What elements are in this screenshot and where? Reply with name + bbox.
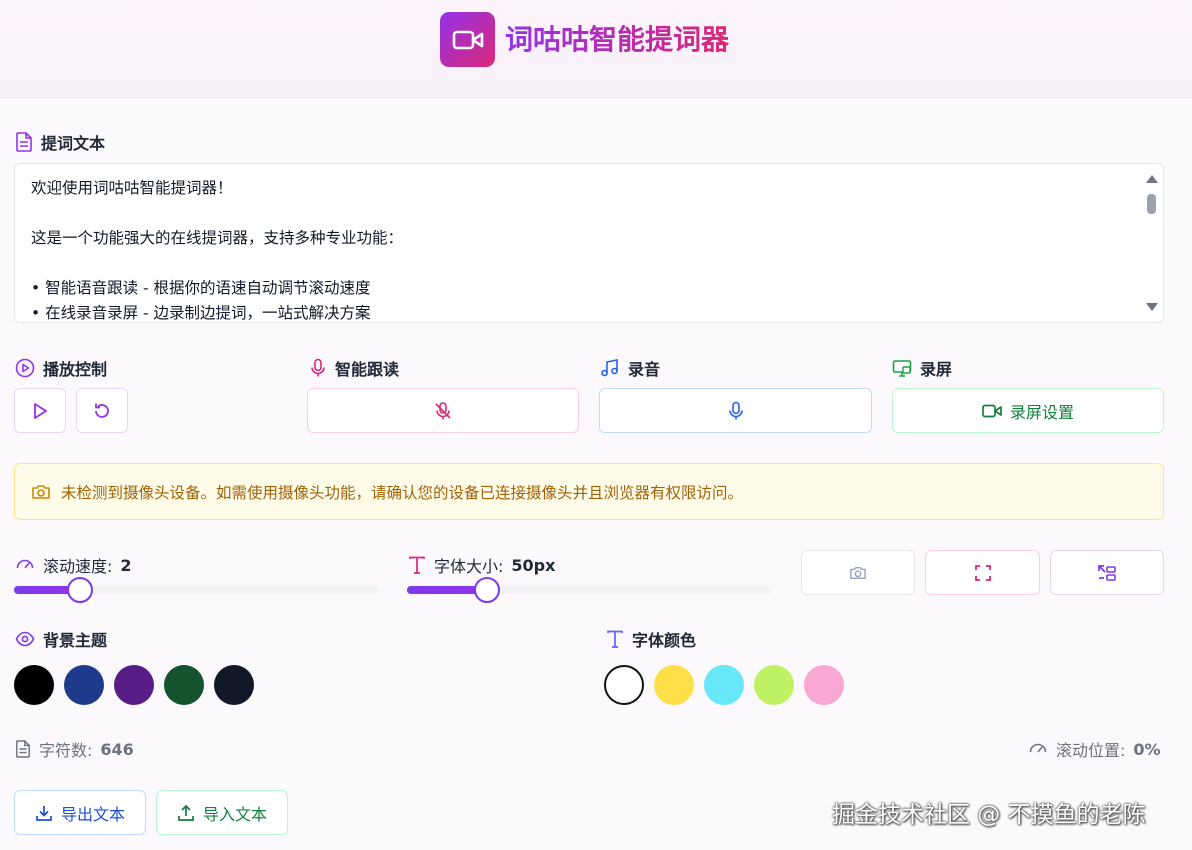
gauge-icon [1029,743,1047,753]
scroll-up-arrow[interactable] [1146,175,1158,183]
download-icon [36,805,52,821]
camera-icon [32,484,50,499]
document-icon [16,740,30,758]
document-icon [16,132,32,152]
video-camera-icon [452,30,483,49]
char-count-value: 646 [100,739,134,759]
playback-label-text: 播放控制 [43,360,108,379]
char-count-stat: 字符数: 646 [15,737,134,761]
watermark: 掘金技术社区 @ 不摸鱼的老陈 [832,802,1146,828]
upload-icon [178,804,194,821]
microphone-off-icon [435,401,451,419]
microphone-icon [311,358,325,377]
font-color-label-text: 字体颜色 [632,631,697,650]
script-line: 这是一个功能强大的在线提词器，支持多种专业功能： [31,229,404,247]
script-line: 欢迎使用词咕咕智能提词器！ [31,179,233,197]
smart-follow-toggle-button[interactable] [307,388,579,433]
background-color-swatch[interactable] [114,665,154,705]
import-text-button[interactable]: 导入文本 [156,790,288,835]
background-theme-label-text: 背景主题 [43,631,108,650]
video-camera-icon [982,404,1002,417]
smart-follow-section-label: 智能跟读 [309,356,399,380]
char-count-label: 字符数: [39,741,93,760]
font-color-swatch[interactable] [654,665,694,705]
export-text-button[interactable]: 导出文本 [14,790,146,835]
type-icon [409,556,425,574]
background-color-swatch[interactable] [14,665,54,705]
eye-icon [15,631,35,647]
screen-settings-label: 录屏设置 [1009,402,1074,422]
screen-record-label-text: 录屏 [920,360,953,379]
play-circle-icon [15,358,35,378]
script-line: • 智能语音跟读 - 根据你的语速自动调节滚动速度 [31,279,371,297]
font-size-value: 50px [511,555,556,575]
scrollbar-thumb[interactable] [1147,194,1156,214]
camera-warning-alert: 未检测到摄像头设备。如需使用摄像头功能，请确认您的设备已连接摄像头并且浏览器有权… [14,463,1164,520]
font-color-label: 字体颜色 [606,627,696,651]
font-size-label-text: 字体大小: [434,557,504,576]
reset-button[interactable] [76,388,128,433]
type-icon [607,630,623,648]
script-label-text: 提词文本 [41,134,106,153]
gauge-icon [16,559,34,569]
microphone-icon [728,401,743,419]
screen-share-icon [892,360,912,377]
scroll-position-label: 滚动位置: [1056,741,1126,760]
fullscreen-button[interactable] [925,550,1040,595]
background-theme-label: 背景主题 [15,627,107,651]
script-line: • 在线录音录屏 - 边录制边提词，一站式解决方案 [31,304,371,322]
app-title: 词咕咕智能提词器 [505,20,729,60]
scroll-position-stat: 滚动位置: 0% [1028,737,1161,761]
alert-message: 未检测到摄像头设备。如需使用摄像头功能，请确认您的设备已连接摄像头并且浏览器有权… [61,483,744,502]
rotate-ccw-icon [95,403,109,418]
playback-section-label: 播放控制 [15,356,107,380]
background-color-swatch[interactable] [214,665,254,705]
font-size-label: 字体大小: 50px [408,553,555,577]
font-color-swatch[interactable] [754,665,794,705]
record-section-label: 录音 [600,356,660,380]
export-label: 导出文本 [60,804,125,824]
font-color-swatch[interactable] [704,665,744,705]
play-button[interactable] [14,388,66,433]
smart-follow-label-text: 智能跟读 [335,360,400,379]
script-section-label: 提词文本 [15,130,105,154]
app-header: 词咕咕智能提词器 [0,0,1192,98]
screen-record-settings-button[interactable]: 录屏设置 [892,388,1164,433]
speed-label: 滚动速度: 2 [15,553,132,577]
scroll-position-value: 0% [1133,739,1161,759]
font-color-swatch[interactable] [604,665,644,705]
font-size-slider[interactable] [407,577,771,603]
camera-icon [850,566,866,579]
background-color-swatch[interactable] [164,665,204,705]
script-textarea[interactable]: 欢迎使用词咕咕智能提词器！ 这是一个功能强大的在线提词器，支持多种专业功能： • 智… [14,163,1164,323]
mirror-toggle-button[interactable] [1050,550,1164,595]
record-label-text: 录音 [628,360,661,379]
speed-label-text: 滚动速度: [43,557,113,576]
camera-toggle-button[interactable] [801,550,915,595]
record-audio-button[interactable] [599,388,872,433]
background-color-swatch[interactable] [64,665,104,705]
scroll-down-arrow[interactable] [1146,303,1158,311]
script-line [31,201,1123,226]
font-size-slider-thumb[interactable] [474,577,500,603]
script-lines: 欢迎使用词咕咕智能提词器！ 这是一个功能强大的在线提词器，支持多种专业功能： • 智… [31,176,1123,322]
speed-slider-thumb[interactable] [67,577,93,603]
swap-icon [1098,564,1116,581]
font-color-swatch[interactable] [804,665,844,705]
script-line [31,251,1123,276]
music-note-icon [601,359,618,377]
speed-value: 2 [120,555,132,575]
import-label: 导入文本 [202,804,267,824]
app-logo [440,12,495,67]
fullscreen-icon [974,564,991,581]
screen-record-section-label: 录屏 [892,356,952,380]
play-icon [34,402,47,419]
speed-slider[interactable] [14,577,378,603]
